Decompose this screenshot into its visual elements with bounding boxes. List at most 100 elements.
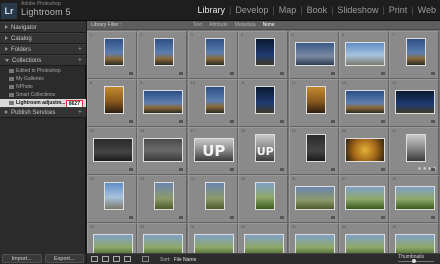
photo-thumbnail[interactable] [345, 234, 385, 253]
collection-item[interactable]: Smart Collections [0, 91, 86, 99]
add-folder-icon[interactable]: + [78, 45, 82, 55]
thumbnail-cell[interactable]: 15 [87, 127, 137, 175]
photo-thumbnail[interactable] [345, 138, 385, 162]
compare-view-icon[interactable] [113, 256, 120, 262]
thumbnail-cell[interactable]: 23 [137, 175, 188, 223]
thumbnail-cell[interactable]: 6 [339, 31, 389, 79]
photo-thumbnail[interactable] [244, 234, 285, 253]
photo-thumbnail[interactable] [93, 138, 133, 162]
photo-thumbnail[interactable] [204, 86, 225, 114]
thumbnail-cell[interactable]: 22 [87, 175, 137, 223]
thumbnail-cell[interactable]: 28 [389, 175, 440, 223]
thumbnail-cell[interactable]: 9 [137, 79, 188, 127]
thumbnail-cell[interactable]: 1 [87, 31, 137, 79]
collection-item[interactable]: NPhoto [0, 83, 86, 91]
thumbnail-cell[interactable]: 21 ★★★★ [389, 127, 440, 175]
photo-thumbnail[interactable] [104, 38, 124, 66]
thumbnail-cell[interactable]: 34 [339, 223, 389, 253]
photo-thumbnail[interactable] [154, 38, 175, 66]
photo-thumbnail[interactable] [395, 234, 436, 253]
survey-view-icon[interactable] [124, 256, 131, 262]
filter-tab-none[interactable]: None [263, 21, 275, 30]
thumbnail-cell[interactable]: 18 UP [238, 127, 289, 175]
thumbnail-cell[interactable]: 3 [187, 31, 238, 79]
thumbnail-cell[interactable]: 33 [288, 223, 339, 253]
photo-thumbnail[interactable] [294, 186, 335, 210]
module-book[interactable]: Book [303, 5, 332, 15]
thumbnail-cell[interactable]: 4 [238, 31, 289, 79]
photo-thumbnail[interactable] [305, 134, 326, 162]
photo-thumbnail[interactable] [143, 90, 184, 114]
folders-header[interactable]: Folders + [0, 44, 86, 55]
photo-thumbnail[interactable] [395, 186, 436, 210]
thumbnail-cell[interactable]: 30 [137, 223, 188, 253]
thumbnail-cell[interactable]: 14 [389, 79, 440, 127]
module-library[interactable]: Library [193, 5, 229, 15]
photo-thumbnail[interactable] [204, 38, 225, 66]
photo-thumbnail[interactable] [345, 42, 385, 66]
thumbnail-cell[interactable]: 7 [389, 31, 440, 79]
thumbnail-cell[interactable]: 19 [288, 127, 339, 175]
thumbnail-size-slider[interactable] [398, 259, 434, 263]
photo-thumbnail[interactable] [406, 134, 427, 162]
module-web[interactable]: Web [414, 5, 440, 15]
photo-thumbnail[interactable]: UP [193, 138, 234, 162]
thumbnail-cell[interactable]: 24 [187, 175, 238, 223]
photo-thumbnail[interactable] [345, 186, 385, 210]
photo-thumbnail[interactable] [104, 182, 124, 210]
import-button[interactable]: Import... [2, 254, 42, 263]
thumbnail-cell[interactable]: 31 [187, 223, 238, 253]
photo-thumbnail[interactable] [154, 182, 175, 210]
thumbnail-cell[interactable]: 26 [288, 175, 339, 223]
thumbnail-cell[interactable]: 12 [288, 79, 339, 127]
thumbnail-cell[interactable]: 29 [87, 223, 137, 253]
add-collection-icon[interactable]: + [78, 56, 82, 66]
export-button[interactable]: Export... [44, 254, 84, 263]
thumbnail-cell[interactable]: 8 [87, 79, 137, 127]
thumbnail-cell[interactable]: 2 [137, 31, 188, 79]
photo-thumbnail[interactable] [294, 42, 335, 66]
thumbnail-cell[interactable]: 10 [187, 79, 238, 127]
thumbnail-cell[interactable]: 20 [339, 127, 389, 175]
thumbnail-cell[interactable]: 17 UP [187, 127, 238, 175]
thumbnail-cell[interactable]: 35 [389, 223, 440, 253]
photo-thumbnail[interactable] [345, 90, 385, 114]
photo-thumbnail[interactable]: UP [255, 134, 276, 162]
painter-icon[interactable] [142, 256, 149, 262]
photo-thumbnail[interactable] [143, 234, 184, 253]
photo-thumbnail[interactable] [255, 86, 276, 114]
photo-thumbnail[interactable] [255, 182, 276, 210]
slider-knob[interactable] [412, 259, 416, 263]
module-slideshow[interactable]: Slideshow [333, 5, 382, 15]
photo-thumbnail[interactable] [294, 234, 335, 253]
thumbnail-cell[interactable]: 27 [339, 175, 389, 223]
publish-services-header[interactable]: Publish Services + [0, 107, 86, 118]
filter-tab-metadata[interactable]: Metadata [235, 21, 256, 30]
collection-item[interactable]: My Galleries [0, 75, 86, 83]
collection-item[interactable]: Lightroom adjustm... 8627 [0, 99, 86, 108]
photo-thumbnail[interactable] [143, 138, 184, 162]
collections-header[interactable]: Collections + [0, 55, 86, 66]
thumbnail-cell[interactable]: 32 [238, 223, 289, 253]
filter-tab-text[interactable]: Text [193, 21, 202, 30]
photo-thumbnail[interactable] [104, 86, 124, 114]
filter-tab-attribute[interactable]: Attribute [209, 21, 228, 30]
photo-thumbnail[interactable] [305, 86, 326, 114]
thumbnail-cell[interactable]: 25 [238, 175, 289, 223]
photo-thumbnail[interactable] [395, 90, 436, 114]
module-map[interactable]: Map [275, 5, 301, 15]
navigator-header[interactable]: Navigator [0, 22, 86, 33]
photo-thumbnail[interactable] [193, 234, 234, 253]
module-develop[interactable]: Develop [231, 5, 272, 15]
photo-thumbnail[interactable] [204, 182, 225, 210]
photo-thumbnail[interactable] [406, 38, 427, 66]
collection-item[interactable]: Edited in Photoshop [0, 67, 86, 75]
sort-control[interactable]: Sort: File Name [160, 257, 196, 263]
add-publish-service-icon[interactable]: + [78, 108, 82, 118]
photo-thumbnail[interactable] [93, 234, 133, 253]
catalog-header[interactable]: Catalog [0, 33, 86, 44]
photo-thumbnail[interactable] [255, 38, 276, 66]
thumbnail-cell[interactable]: 16 [137, 127, 188, 175]
loupe-view-icon[interactable] [102, 256, 109, 262]
thumbnail-cell[interactable]: 13 [339, 79, 389, 127]
